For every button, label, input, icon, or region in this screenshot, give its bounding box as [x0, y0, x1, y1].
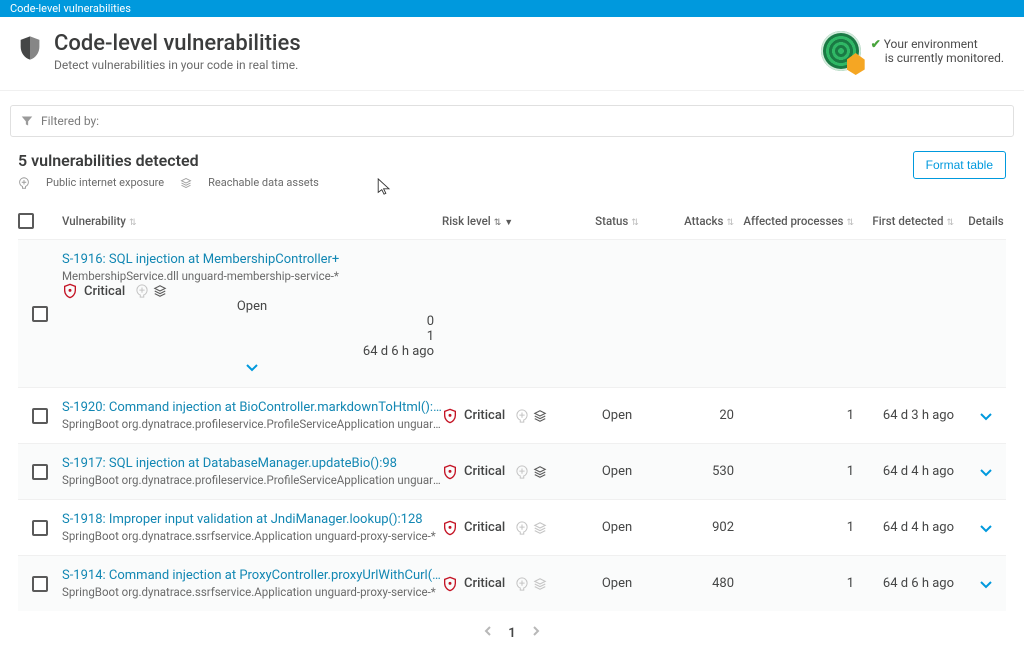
reachable-icon — [533, 521, 547, 535]
details-toggle[interactable] — [962, 408, 1010, 424]
vulnerability-table: Vulnerability⇅ Risk level⇅▼ Status⇅ Atta… — [18, 207, 1006, 611]
status-cell: Open — [572, 464, 662, 479]
vulnerability-link[interactable]: S-1918: Improper input validation at Jnd… — [62, 512, 442, 527]
status-cell: Open — [572, 408, 662, 423]
row-checkbox[interactable] — [32, 464, 48, 480]
risk-cell: Critical — [442, 408, 572, 424]
vulnerability-subtitle: SpringBoot org.dynatrace.ssrfservice.App… — [62, 585, 442, 599]
processes-cell: 1 — [62, 329, 442, 344]
vulnerability-subtitle: MembershipService.dll unguard-membership… — [62, 269, 442, 283]
col-detected[interactable]: First detected⇅ — [862, 214, 962, 228]
row-checkbox[interactable] — [32, 408, 48, 424]
attacks-cell: 480 — [662, 576, 742, 591]
col-risk[interactable]: Risk level⇅▼ — [442, 214, 572, 228]
reachable-icon — [533, 465, 547, 479]
legend: Public internet exposure Reachable data … — [18, 176, 319, 189]
vulnerability-subtitle: SpringBoot org.dynatrace.ssrfservice.App… — [62, 529, 442, 543]
row-checkbox[interactable] — [32, 306, 48, 322]
col-processes[interactable]: Affected processes⇅ — [742, 214, 862, 228]
table-header: Vulnerability⇅ Risk level⇅▼ Status⇅ Atta… — [18, 207, 1006, 239]
table-row: S-1917: SQL injection at DatabaseManager… — [18, 443, 1006, 499]
vulnerability-subtitle: SpringBoot org.dynatrace.profileservice.… — [62, 417, 442, 431]
detected-cell: 64 d 6 h ago — [862, 576, 962, 591]
attacks-cell: 0 — [62, 314, 442, 329]
check-icon: ✔ — [871, 37, 881, 51]
critical-icon — [442, 576, 458, 592]
page-subtitle: Detect vulnerabilities in your code in r… — [54, 58, 821, 72]
details-toggle[interactable] — [962, 576, 1010, 592]
row-checkbox[interactable] — [32, 520, 48, 536]
status-cell: Open — [572, 576, 662, 591]
exposure-icon — [18, 177, 30, 189]
attacks-cell: 530 — [662, 464, 742, 479]
radar-icon — [821, 31, 861, 71]
detected-cell: 64 d 3 h ago — [862, 408, 962, 423]
page-next[interactable] — [530, 625, 542, 641]
risk-cell: Critical — [442, 464, 572, 480]
vulnerability-link[interactable]: S-1916: SQL injection at MembershipContr… — [62, 252, 442, 283]
vulnerability-link[interactable]: S-1917: SQL injection at DatabaseManager… — [62, 456, 442, 471]
detected-cell: 64 d 4 h ago — [862, 520, 962, 535]
col-details: Details — [962, 214, 1010, 228]
reachable-icon — [153, 284, 167, 298]
col-attacks[interactable]: Attacks⇅ — [662, 214, 742, 228]
format-table-button[interactable]: Format table — [913, 151, 1006, 179]
processes-cell: 1 — [742, 520, 862, 535]
processes-cell: 1 — [742, 408, 862, 423]
exposure-icon — [515, 409, 529, 423]
exposure-icon — [515, 465, 529, 479]
col-vulnerability[interactable]: Vulnerability⇅ — [62, 214, 442, 228]
page-header: Code-level vulnerabilities Detect vulner… — [0, 17, 1024, 91]
table-row: S-1918: Improper input validation at Jnd… — [18, 499, 1006, 555]
detected-cell: 64 d 4 h ago — [862, 464, 962, 479]
details-toggle[interactable] — [962, 464, 1010, 480]
details-toggle[interactable] — [62, 359, 442, 375]
critical-icon — [62, 283, 78, 299]
table-row: S-1916: SQL injection at MembershipContr… — [18, 239, 1006, 387]
vulnerability-subtitle: SpringBoot org.dynatrace.profileservice.… — [62, 473, 442, 487]
details-toggle[interactable] — [962, 520, 1010, 536]
summary-heading: 5 vulnerabilities detected — [18, 151, 319, 170]
exposure-icon — [515, 521, 529, 535]
risk-cell: Critical — [442, 520, 572, 536]
status-cell: Open — [572, 520, 662, 535]
page-title: Code-level vulnerabilities — [54, 31, 821, 56]
reachable-icon — [533, 409, 547, 423]
col-status[interactable]: Status⇅ — [572, 214, 662, 228]
risk-cell: Critical — [62, 283, 442, 299]
filter-bar[interactable]: Filtered by: — [10, 105, 1014, 137]
exposure-icon — [135, 284, 149, 298]
attacks-cell: 902 — [662, 520, 742, 535]
reachable-icon — [533, 577, 547, 591]
reachable-icon — [180, 177, 192, 189]
processes-cell: 1 — [742, 464, 862, 479]
filter-label: Filtered by: — [41, 114, 99, 128]
detected-cell: 64 d 6 h ago — [62, 344, 442, 359]
critical-icon — [442, 408, 458, 424]
shield-icon — [16, 34, 44, 62]
critical-icon — [442, 464, 458, 480]
vulnerability-link[interactable]: S-1914: Command injection at ProxyContro… — [62, 568, 442, 583]
processes-cell: 1 — [742, 576, 862, 591]
breadcrumb: Code-level vulnerabilities — [0, 0, 1024, 17]
attacks-cell: 20 — [662, 408, 742, 423]
critical-icon — [442, 520, 458, 536]
table-row: S-1920: Command injection at BioControll… — [18, 387, 1006, 443]
exposure-icon — [515, 577, 529, 591]
funnel-icon — [21, 115, 33, 127]
select-all-checkbox[interactable] — [18, 213, 34, 229]
pagination: 1 — [18, 611, 1006, 655]
risk-cell: Critical — [442, 576, 572, 592]
page-prev[interactable] — [482, 625, 494, 641]
env-status: ✔ Your environment is currently monitore… — [821, 31, 1004, 71]
vulnerability-link[interactable]: S-1920: Command injection at BioControll… — [62, 400, 442, 415]
status-cell: Open — [62, 299, 442, 314]
page-number: 1 — [508, 626, 515, 641]
row-checkbox[interactable] — [32, 576, 48, 592]
table-row: S-1914: Command injection at ProxyContro… — [18, 555, 1006, 611]
